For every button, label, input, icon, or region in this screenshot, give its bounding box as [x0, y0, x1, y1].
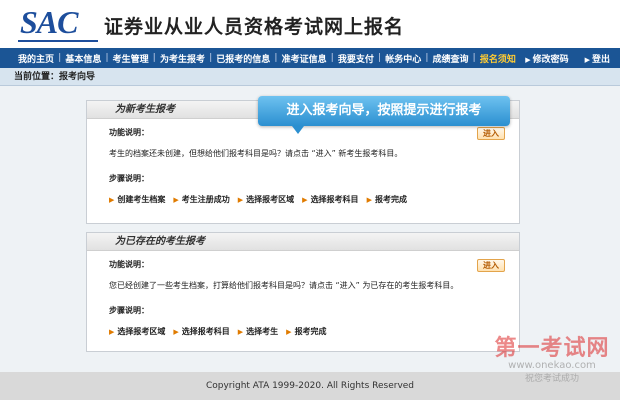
step-label: 考生注册成功: [181, 195, 230, 204]
func-label: 功能说明：: [109, 260, 149, 269]
steps-list: ▶ 选择报考区域 ▶ 选择报考科目 ▶ 选择考生 ▶ 报考完成: [109, 326, 519, 337]
nav-candidate-management[interactable]: 考生管理: [109, 52, 153, 65]
func-label: 功能说明：: [109, 128, 149, 137]
step-item: ▶ 报考完成: [367, 194, 407, 205]
step-label: 报考完成: [294, 327, 327, 336]
nav-payment[interactable]: 我要支付: [334, 52, 378, 65]
logout-label: 登出: [591, 54, 610, 65]
change-password-link[interactable]: ▶ 修改密码: [521, 52, 572, 65]
header: SAC 证券业从业人员资格考试网上报名: [0, 0, 620, 48]
nav-register-for-candidate[interactable]: 为考生报考: [156, 52, 209, 65]
triangle-right-icon: ▶: [525, 55, 531, 64]
watermark: 第一考试网 www.onekao.com 祝您考试成功: [492, 330, 612, 384]
panel-existing-title: 为已存在的考生报考: [87, 233, 519, 251]
step-item: ▶ 创建考生档案: [109, 194, 165, 205]
arrow-right-icon: ▶: [109, 327, 115, 336]
triangle-right-icon: ▶: [584, 55, 590, 64]
arrow-right-icon: ▶: [366, 195, 372, 204]
nav-score-query[interactable]: 成绩查询: [429, 52, 473, 65]
step-item: ▶ 报考完成: [286, 326, 326, 337]
site-title: 证券业从业人员资格考试网上报名: [104, 16, 405, 38]
func-description: 您已经创建了一些考生档案，打算给他们报考科目是吗？请点击 “进入” 为已存在的考…: [109, 281, 459, 290]
nav-account-center[interactable]: 帐务中心: [381, 52, 425, 65]
nav-registration-notice[interactable]: 报名须知: [476, 52, 520, 65]
arrow-right-icon: ▶: [237, 195, 244, 204]
logout-link[interactable]: ▶ 登出: [581, 52, 614, 65]
arrow-right-icon: ▶: [237, 327, 244, 336]
nav-right-group: ▶ 修改密码 ▶ 登出: [521, 48, 614, 68]
watermark-url: www.onekao.com: [508, 360, 596, 371]
breadcrumb: 当前位置：报考向导: [0, 68, 620, 86]
panel-existing-candidate: 为已存在的考生报考 进入 功能说明： 您已经创建了一些考生档案，打算给他们报考科…: [86, 232, 520, 352]
guide-tooltip: 进入报考向导，按照提示进行报考: [258, 96, 510, 126]
arrow-right-icon: ▶: [109, 195, 115, 204]
main-nav: 我的主页 | 基本信息 | 考生管理 | 为考生报考 | 已报考的信息 | 准考证信息 | …: [0, 48, 620, 68]
nav-home[interactable]: 我的主页: [14, 52, 58, 65]
step-label: 选择报考区域: [246, 195, 295, 204]
arrow-right-icon: ▶: [302, 195, 308, 204]
step-label: 报考完成: [374, 195, 407, 204]
step-item: ▶ 选择考生: [238, 326, 278, 337]
nav-admission-ticket[interactable]: 准考证信息: [278, 52, 331, 65]
step-label: 选择考生: [246, 327, 279, 336]
arrow-right-icon: ▶: [286, 327, 292, 336]
steps-label: 步骤说明：: [109, 174, 149, 183]
watermark-slogan: 祝您考试成功: [524, 374, 579, 384]
arrow-right-icon: ▶: [173, 327, 179, 336]
watermark-title: 第一考试网: [494, 336, 610, 361]
change-password-label: 修改密码: [532, 54, 569, 65]
step-item: ▶ 选择报考科目: [173, 326, 229, 337]
step-label: 选择报考科目: [310, 195, 359, 204]
step-label: 选择报考科目: [181, 327, 230, 336]
steps-label: 步骤说明：: [109, 306, 149, 315]
step-item: ▶ 选择报考区域: [238, 194, 294, 205]
arrow-right-icon: ▶: [173, 195, 179, 204]
step-item: ▶ 选择报考区域: [109, 326, 165, 337]
tooltip-tail: [292, 126, 304, 134]
panel-existing-body: 进入 功能说明： 您已经创建了一些考生档案，打算给他们报考科目是吗？请点击 “进…: [87, 251, 519, 337]
nav-basic-info[interactable]: 基本信息: [61, 52, 105, 65]
step-label: 创建考生档案: [117, 195, 166, 204]
step-item: ▶ 考生注册成功: [173, 194, 229, 205]
steps-list: ▶ 创建考生档案 ▶ 考生注册成功 ▶ 选择报考区域 ▶ 选择报考科目 ▶ 报考完成: [109, 194, 519, 205]
enter-new-button[interactable]: 进入: [477, 127, 505, 140]
sac-logo: SAC: [20, 4, 78, 40]
func-description: 考生的档案还未创建，但想给他们报考科目是吗？请点击 “进入” 新考生报考科目。: [109, 149, 403, 158]
enter-existing-button[interactable]: 进入: [477, 259, 505, 272]
logo-underline: [18, 40, 98, 42]
step-item: ▶ 选择报考科目: [302, 194, 358, 205]
step-label: 选择报考区域: [117, 327, 166, 336]
nav-registered-info[interactable]: 已报考的信息: [212, 52, 274, 65]
